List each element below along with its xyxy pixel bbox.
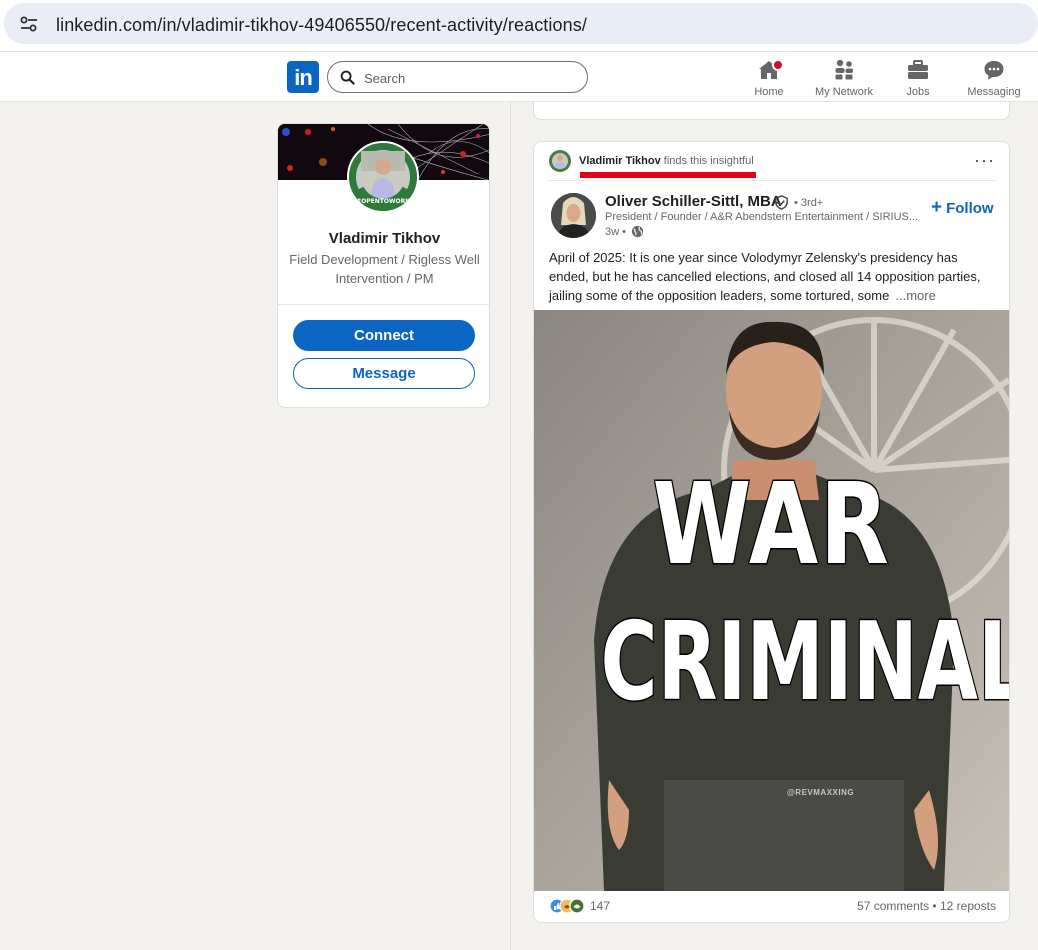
- author-headline: President / Founder / A&R Abendstern Ent…: [605, 211, 919, 223]
- search-input[interactable]: [364, 68, 574, 88]
- nav-label-my-network: My Network: [814, 86, 874, 98]
- reaction-icons[interactable]: [549, 898, 587, 914]
- nav-item-messaging[interactable]: Messaging: [964, 58, 1024, 98]
- connect-button[interactable]: Connect: [293, 320, 475, 351]
- profile-photo: #OPENTOWORK: [349, 143, 417, 211]
- reactor-avatar[interactable]: [549, 150, 571, 172]
- comments-reposts-count[interactable]: 57 comments • 12 reposts: [857, 899, 996, 913]
- author-name[interactable]: Oliver Schiller-Sittl, MBA: [605, 193, 782, 210]
- post-age: 3w •: [605, 226, 626, 238]
- site-settings-icon[interactable]: [18, 13, 40, 35]
- nav-item-my-network[interactable]: My Network: [810, 58, 878, 98]
- see-more-link[interactable]: ...more: [895, 288, 935, 303]
- linkedin-logo[interactable]: in: [287, 61, 319, 93]
- browser-address-bar: linkedin.com/in/vladimir-tikhov-49406550…: [0, 0, 1038, 52]
- divider: [549, 180, 996, 181]
- url-field[interactable]: linkedin.com/in/vladimir-tikhov-49406550…: [4, 3, 1038, 44]
- globe-icon: [631, 225, 644, 238]
- image-watermark: @REVMAXXING: [787, 788, 855, 797]
- meme-text-line-1: WAR: [651, 459, 891, 592]
- message-button[interactable]: Message: [293, 358, 475, 389]
- feed-column-divider: [510, 102, 511, 950]
- follow-button[interactable]: + Follow: [931, 197, 994, 219]
- post-body: April of 2025: It is one year since Volo…: [549, 248, 994, 305]
- divider: [278, 304, 489, 305]
- opentowork-frame-text: #OPENTOWORK: [356, 198, 410, 205]
- social-counts: 147 57 comments • 12 reposts: [549, 898, 996, 916]
- reaction-text: finds this insightful: [660, 155, 754, 167]
- previous-post-card: [533, 102, 1010, 120]
- post-card: Vladimir Tikhov finds this insightful ··…: [533, 141, 1010, 923]
- nav-label-jobs: Jobs: [906, 86, 930, 98]
- nav-label-home: Home: [754, 86, 784, 98]
- search-icon: [340, 70, 355, 85]
- verified-shield-icon: [775, 195, 788, 210]
- url-text[interactable]: linkedin.com/in/vladimir-tikhov-49406550…: [56, 15, 587, 36]
- notification-badge: [772, 59, 784, 71]
- author-photo: [551, 193, 596, 238]
- plus-icon: +: [931, 197, 943, 218]
- post-image[interactable]: WAR CRIMINAL @REVMAXXING: [534, 310, 1009, 891]
- messaging-icon: [984, 61, 1004, 80]
- top-navigation: in Home My Network Jobs: [0, 52, 1038, 102]
- search-box[interactable]: [327, 61, 588, 93]
- profile-card: #OPENTOWORK Vladimir Tikhov Field Develo…: [277, 123, 490, 408]
- profile-headline: Field Development / Rigless Well Interve…: [289, 252, 480, 286]
- nav-item-jobs[interactable]: Jobs: [902, 58, 934, 98]
- connection-degree: • 3rd+: [794, 197, 824, 209]
- reactor-name[interactable]: Vladimir Tikhov: [579, 155, 661, 167]
- nav-item-home[interactable]: Home: [750, 58, 788, 98]
- meme-text-line-2: CRIMINAL: [599, 599, 1009, 727]
- network-icon: [835, 59, 853, 80]
- author-avatar[interactable]: [551, 193, 596, 238]
- follow-label: Follow: [946, 200, 994, 217]
- nav-label-messaging: Messaging: [967, 86, 1021, 98]
- reaction-count[interactable]: 147: [590, 899, 610, 913]
- post-menu-icon[interactable]: ···: [974, 150, 995, 171]
- profile-avatar[interactable]: #OPENTOWORK: [347, 141, 419, 213]
- annotation-underline: [580, 172, 756, 178]
- reactor-photo: [549, 150, 571, 172]
- briefcase-icon: [908, 60, 928, 79]
- profile-name[interactable]: Vladimir Tikhov: [278, 230, 489, 247]
- reaction-header: Vladimir Tikhov finds this insightful: [579, 155, 754, 167]
